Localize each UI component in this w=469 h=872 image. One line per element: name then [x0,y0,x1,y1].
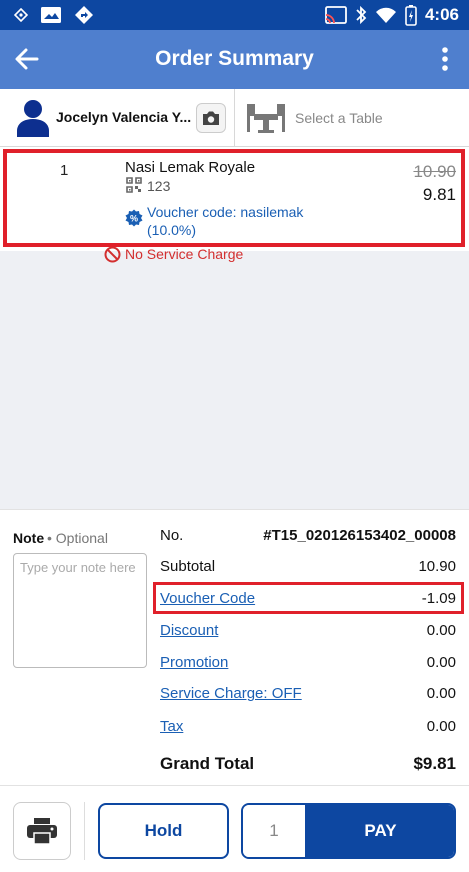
tax-row: Tax 0.00 [160,718,456,740]
pay-group: 1 PAY [241,803,456,859]
discount-link[interactable]: Discount [160,622,218,639]
printer-icon [27,818,57,845]
subtotal-value: 10.90 [418,558,456,575]
wifi-icon [375,7,396,23]
pay-quantity-input[interactable]: 1 [243,805,305,857]
page-title: Order Summary [155,47,314,70]
hold-button[interactable]: Hold [98,803,229,859]
note-label: Note [13,530,45,546]
print-button[interactable] [13,802,71,860]
order-number: #T15_020126153402_00008 [263,527,456,544]
select-table-placeholder[interactable]: Select a Table [295,110,383,126]
discount-value: 0.00 [426,622,456,639]
more-vertical-icon [442,47,448,71]
promotion-link[interactable]: Promotion [160,654,228,671]
note-optional-hint: • Optional [47,530,108,546]
bottom-action-bar: Hold 1 PAY [0,786,469,872]
divider [84,802,85,860]
table-chairs-icon[interactable] [246,101,286,135]
bluetooth-icon [356,5,367,25]
tax-link[interactable]: Tax [160,718,183,735]
promotion-row: Promotion 0.00 [160,654,456,676]
divider [234,89,235,146]
order-number-row: No. #T15_020126153402_00008 [160,527,456,549]
subtotal-label: Subtotal [160,558,216,575]
note-input[interactable] [13,553,147,668]
status-bar: 4:06 [0,0,469,30]
camera-icon [203,111,219,125]
subtotal-row: Subtotal 10.90 [160,558,456,580]
no-entry-icon [104,246,121,263]
grand-total-value: $9.81 [413,754,456,773]
service-charge-row: Service Charge: OFF 0.00 [160,685,456,707]
service-charge-link[interactable]: Service Charge: OFF [160,685,302,702]
highlight-voucher-box [153,582,464,614]
grand-total-label: Grand Total [160,754,255,773]
highlight-item-box [3,149,465,247]
directions-icon [75,6,93,24]
person-icon[interactable] [16,99,50,137]
promotion-value: 0.00 [426,654,456,671]
battery-charging-icon [405,5,417,26]
image-icon [41,7,61,23]
grand-total-row: Grand Total $9.81 [160,754,456,776]
tax-value: 0.00 [426,718,456,735]
customer-bar: Jocelyn Valencia Y... Select a Table [0,89,469,147]
clock: 4:06 [424,5,459,24]
service-charge-value: 0.00 [426,685,456,702]
no-service-charge-label: No Service Charge [125,246,244,262]
customer-name[interactable]: Jocelyn Valencia Y... [56,109,191,125]
order-summary-panel: Note • Optional No. #T15_020126153402_00… [0,509,469,786]
discount-row: Discount 0.00 [160,622,456,644]
overflow-menu-button[interactable] [433,44,457,74]
order-number-label: No. [160,527,184,544]
pay-button[interactable]: PAY [305,805,454,857]
cast-icon [325,6,347,24]
app-bar: Order Summary [0,30,469,89]
camera-button[interactable] [196,103,226,133]
notification-diamond-icon [14,8,28,22]
